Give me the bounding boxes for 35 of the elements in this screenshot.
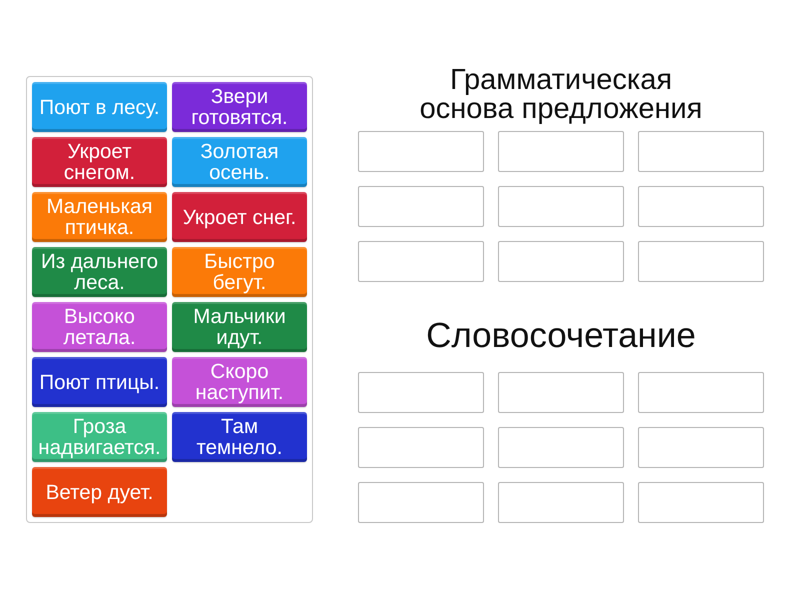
answer-box[interactable] xyxy=(638,482,764,523)
answer-box[interactable] xyxy=(358,131,484,172)
word-card[interactable]: Гроза надвигается. xyxy=(32,412,167,462)
word-card[interactable]: Укроет снег. xyxy=(172,192,307,242)
answer-box[interactable] xyxy=(358,186,484,227)
answer-box[interactable] xyxy=(638,131,764,172)
word-card[interactable]: Скоро наступит. xyxy=(172,357,307,407)
answer-box[interactable] xyxy=(498,427,624,468)
answer-box[interactable] xyxy=(638,186,764,227)
word-card[interactable]: Укроет снегом. xyxy=(32,137,167,187)
word-card[interactable]: Там темнело. xyxy=(172,412,307,462)
word-card[interactable]: Быстро бегут. xyxy=(172,247,307,297)
word-card[interactable]: Звери готовятся. xyxy=(172,82,307,132)
answer-box[interactable] xyxy=(498,482,624,523)
answer-box[interactable] xyxy=(498,241,624,282)
answer-box[interactable] xyxy=(498,131,624,172)
word-card[interactable]: Из дальнего леса. xyxy=(32,247,167,297)
group-title: Словосочетание xyxy=(425,316,697,356)
answer-box[interactable] xyxy=(638,372,764,413)
answer-box[interactable] xyxy=(358,482,484,523)
group-title: Грамматическая основа предложения xyxy=(418,66,704,124)
answer-box[interactable] xyxy=(498,186,624,227)
word-card[interactable]: Поют в лесу. xyxy=(32,82,167,132)
answer-box[interactable] xyxy=(498,372,624,413)
word-card[interactable]: Ветер дует. xyxy=(32,467,167,517)
word-card[interactable]: Мальчики идут. xyxy=(172,302,307,352)
word-card[interactable]: Высоко летала. xyxy=(32,302,167,352)
answer-box[interactable] xyxy=(638,427,764,468)
answer-box[interactable] xyxy=(358,427,484,468)
answer-box[interactable] xyxy=(358,372,484,413)
word-card[interactable]: Маленькая птичка. xyxy=(32,192,167,242)
word-card[interactable]: Золотая осень. xyxy=(172,137,307,187)
answer-box[interactable] xyxy=(358,241,484,282)
answer-box[interactable] xyxy=(638,241,764,282)
word-card[interactable]: Поют птицы. xyxy=(32,357,167,407)
